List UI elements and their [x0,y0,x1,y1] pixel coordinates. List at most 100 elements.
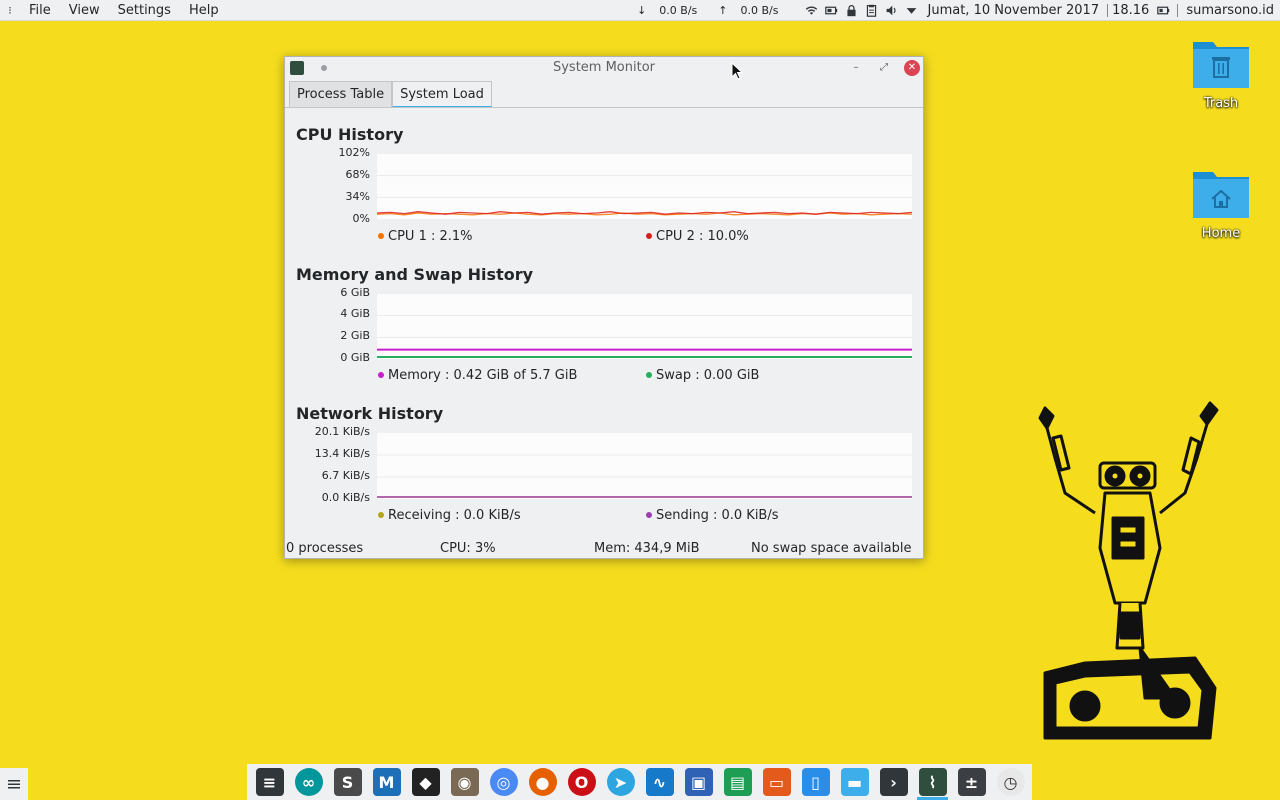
cpu-history-title: CPU History [296,125,404,144]
chevron-down-icon[interactable] [902,0,922,21]
dock-item-spreadsheet[interactable]: ▤ [718,764,757,800]
clipboard-icon[interactable] [862,0,882,21]
download-speed: 0.0 B/s [659,4,698,17]
dock-item-writer-m[interactable]: M [367,764,406,800]
clock-time[interactable]: 18.16 [1112,3,1149,18]
window-titlebar[interactable]: System Monitor – ⤢ ✕ [285,57,923,79]
maximize-button[interactable]: ⤢ [876,60,892,76]
virtualbox-icon: ▣ [684,768,713,796]
dock-item-opera[interactable]: O [562,764,601,800]
dock-item-wireshark[interactable]: ∿ [640,764,679,800]
dock-item-gimp[interactable]: ◉ [445,764,484,800]
system-monitor-window: System Monitor – ⤢ ✕ Process Table Syste… [284,56,924,559]
menu-view[interactable]: View [60,0,109,21]
dock-item-telegram[interactable]: ➤ [601,764,640,800]
y-tick-label: 0% [352,212,370,225]
presentation-icon: ▭ [762,768,791,796]
application-launcher-button[interactable] [0,768,28,800]
desktop-icon-label: Home [1201,226,1241,241]
desktop-trash[interactable]: Trash [1181,38,1261,111]
y-tick-label: 4 GiB [340,307,370,320]
hamburger-menu-icon [8,780,20,789]
legend-memory: Memory : 0.42 GiB of 5.7 GiB [378,368,577,383]
status-processes: 0 processes [286,541,364,556]
legend-sending: Sending : 0.0 KiB/s [646,508,779,523]
tab-divider [285,107,923,108]
y-tick-label: 6.7 KiB/s [321,469,370,482]
legend-dot [378,371,384,378]
dock: ≡ ∞ S M ◆ ◉ ◎ ● O ➤ ∿ ▣ ▤ ▭ ▯ ▬ › ⌇ ± ◷ [247,764,1032,800]
battery-status-icon[interactable] [1153,0,1173,21]
opera-icon: O [567,768,596,796]
memory-history-plot [377,294,912,359]
dock-item-arduino[interactable]: ∞ [289,764,328,800]
tab-system-load[interactable]: System Load [392,81,492,108]
wifi-icon[interactable] [802,0,822,21]
system-settings-icon: ≡ [255,768,284,796]
legend-dot [646,371,652,378]
legend-label: Receiving : 0.0 KiB/s [388,508,521,523]
dock-item-firefox[interactable]: ● [523,764,562,800]
window-title: System Monitor [552,60,656,75]
y-tick-label: 2 GiB [340,329,370,342]
dock-item-system-monitor[interactable]: ⌇ [913,764,952,800]
upload-speed: 0.0 B/s [740,4,779,17]
top-panel: ⁝ File View Settings Help ↓ 0.0 B/s ↑ 0.… [0,0,1280,21]
dock-item-calculator[interactable]: ± [952,764,991,800]
legend-cpu1: CPU 1 : 2.1% [378,229,473,244]
inkscape-icon: ◆ [411,768,440,796]
dock-item-terminal[interactable]: › [874,764,913,800]
terminal-icon: › [879,768,908,796]
status-swap: No swap space available [751,541,912,556]
y-tick-label: 13.4 KiB/s [314,447,370,460]
trash-icon [1191,38,1251,90]
volume-icon[interactable] [882,0,902,21]
y-tick-label: 68% [345,168,370,181]
telegram-icon: ➤ [606,768,635,796]
gimp-icon: ◉ [450,768,479,796]
arduino-icon: ∞ [294,768,323,796]
y-tick-label: 34% [345,190,370,203]
desktop-icon-label: Trash [1203,96,1239,111]
dock-item-inkscape[interactable]: ◆ [406,764,445,800]
document-icon: ▯ [801,768,830,796]
chromium-icon: ◎ [489,768,518,796]
y-tick-label: 6 GiB [340,286,370,299]
menu-settings[interactable]: Settings [109,0,180,21]
dock-item-sublime-text[interactable]: S [328,764,367,800]
desktop-home[interactable]: Home [1181,168,1261,241]
dock-item-virtualbox[interactable]: ▣ [679,764,718,800]
tab-process-table[interactable]: Process Table [289,81,393,108]
status-bar: 0 processes CPU: 3% Mem: 434,9 MiB No sw… [285,540,923,558]
dock-item-document[interactable]: ▯ [796,764,835,800]
legend-label: Sending : 0.0 KiB/s [656,508,779,523]
hostname[interactable]: sumarsono.id [1186,3,1280,18]
clock-icon: ◷ [996,768,1025,796]
separator [1107,4,1109,17]
clock-date[interactable]: Jumat, 10 November 2017 [928,3,1104,18]
app-menu-icon[interactable]: ⁝ [0,4,20,17]
close-button[interactable]: ✕ [904,60,920,76]
lock-icon[interactable] [842,0,862,21]
dock-item-file-manager[interactable]: ▬ [835,764,874,800]
spreadsheet-icon: ▤ [723,768,752,796]
battery-icon[interactable] [822,0,842,21]
dock-item-chromium[interactable]: ◎ [484,764,523,800]
menu-help[interactable]: Help [180,0,228,21]
separator [1177,4,1179,17]
y-tick-label: 0.0 KiB/s [321,491,370,504]
calculator-icon: ± [957,768,986,796]
home-icon [1191,168,1251,220]
dock-item-clock[interactable]: ◷ [991,764,1030,800]
network-history-chart [377,454,912,498]
sublime-text-icon: S [333,768,362,796]
legend-dot [646,232,652,239]
writer-m-icon: M [372,768,401,796]
download-arrow-icon: ↓ [637,4,647,17]
status-cpu: CPU: 3% [440,541,496,556]
dock-item-presentation[interactable]: ▭ [757,764,796,800]
menu-file[interactable]: File [20,0,60,21]
dock-item-system-settings[interactable]: ≡ [250,764,289,800]
legend-cpu2: CPU 2 : 10.0% [646,229,749,244]
minimize-button[interactable]: – [848,60,864,76]
